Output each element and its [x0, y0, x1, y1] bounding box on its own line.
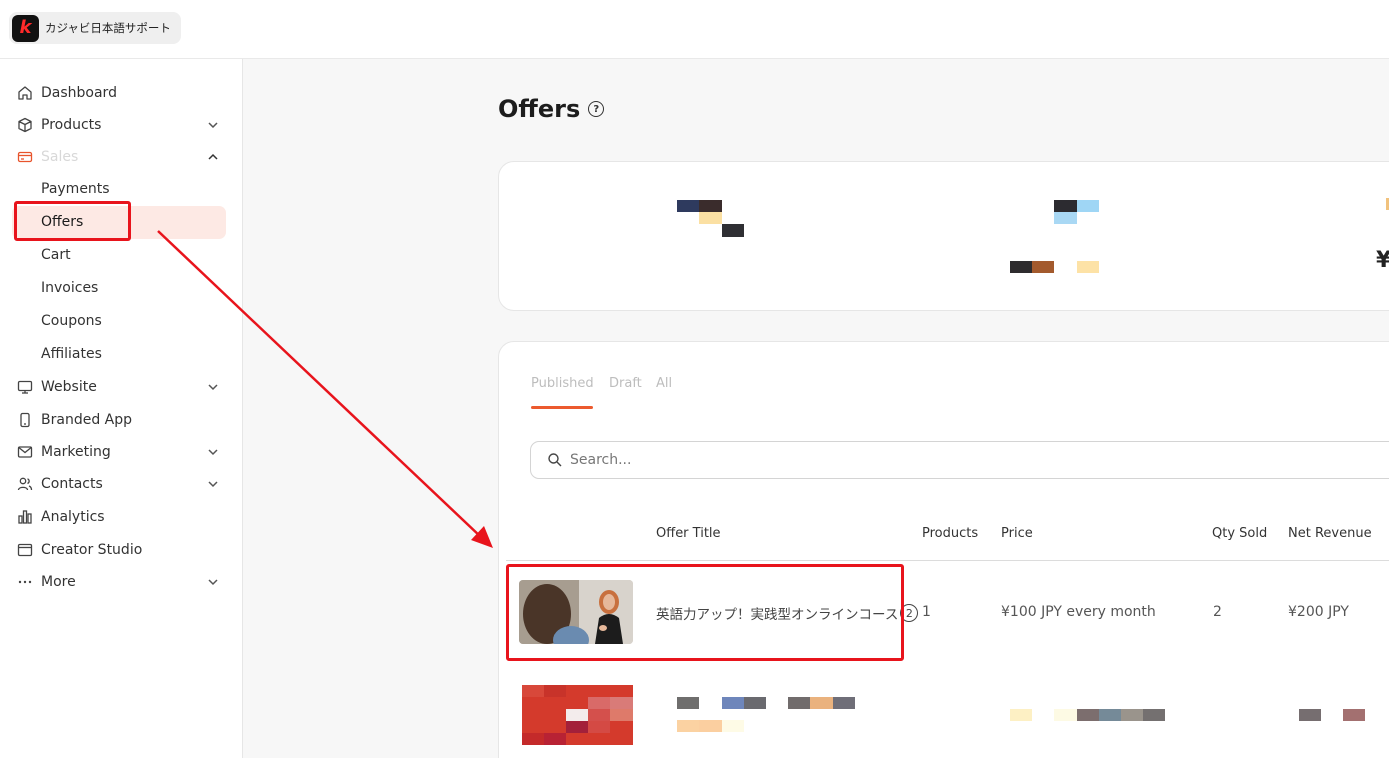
help-icon[interactable]: ? [588, 101, 605, 117]
phone-icon [17, 412, 33, 428]
sidebar-item-label: Sales [41, 149, 79, 165]
sidebar-item-dashboard[interactable]: Dashboard [0, 78, 243, 108]
brand-logo: k [12, 14, 39, 42]
annotation-box-offer-row [506, 564, 904, 661]
sidebar-subitem-label: Cart [41, 247, 71, 263]
sidebar-item-creator-studio[interactable]: Creator Studio [0, 535, 243, 565]
bar-chart-icon [17, 509, 33, 525]
chevron-down-icon[interactable] [206, 477, 220, 491]
sidebar-subitem-invoices[interactable]: Invoices [0, 273, 243, 305]
table-header-divider [506, 560, 1389, 561]
credit-card-icon [17, 149, 33, 165]
chevron-up-icon[interactable] [206, 150, 220, 164]
sidebar-subitem-label: Affiliates [41, 346, 102, 362]
tab-draft[interactable]: Draft [609, 376, 642, 391]
sidebar-item-label: Dashboard [41, 85, 117, 101]
sidebar-item-products[interactable]: Products [0, 110, 243, 140]
search-icon [548, 453, 562, 467]
chevron-down-icon[interactable] [206, 575, 220, 589]
page-title: Offers [498, 95, 581, 123]
cell-products: 1 [922, 604, 931, 620]
mail-icon [17, 444, 33, 460]
brand-name: カジャビ日本語サポート [45, 21, 171, 35]
sidebar-item-label: Contacts [41, 476, 103, 492]
sidebar-subitem-coupons[interactable]: Coupons [0, 306, 243, 338]
cell-net-revenue: ¥200 JPY [1288, 604, 1349, 620]
sidebar-subitem-cart[interactable]: Cart [0, 240, 243, 272]
sidebar-item-label: More [41, 574, 76, 590]
stat-currency-glyph: ¥ [1376, 248, 1389, 273]
cell-qty-sold: 2 [1213, 604, 1222, 620]
column-header-price[interactable]: Price [1001, 526, 1033, 541]
column-header-net-revenue[interactable]: Net Revenue [1288, 526, 1372, 541]
offer-thumbnail-redacted [522, 685, 633, 745]
search-input[interactable] [570, 450, 970, 470]
sidebar-item-sales[interactable]: Sales [0, 142, 243, 172]
column-header-offer-title[interactable]: Offer Title [656, 526, 721, 541]
dots-icon [17, 574, 33, 590]
column-header-qty-sold[interactable]: Qty Sold [1212, 526, 1267, 541]
annotation-box-offers-nav [14, 201, 131, 241]
sidebar: Dashboard Products Sales Payments Offers… [0, 59, 243, 758]
page-header: Offers ? [498, 95, 605, 123]
sidebar-item-label: Analytics [41, 509, 105, 525]
sidebar-item-website[interactable]: Website [0, 372, 243, 402]
sidebar-subitem-label: Payments [41, 181, 110, 197]
sidebar-item-label: Creator Studio [41, 542, 143, 558]
sidebar-item-contacts[interactable]: Contacts [0, 469, 243, 499]
chevron-down-icon[interactable] [206, 445, 220, 459]
sidebar-item-more[interactable]: More [0, 567, 243, 597]
sidebar-item-label: Marketing [41, 444, 111, 460]
sidebar-item-label: Products [41, 117, 102, 133]
monitor-icon [17, 379, 33, 395]
cell-price: ¥100 JPY every month [1001, 604, 1156, 620]
stats-card [498, 161, 1389, 311]
chevron-down-icon[interactable] [206, 118, 220, 132]
browser-icon [17, 542, 33, 558]
home-icon [17, 85, 33, 101]
sidebar-subitem-label: Invoices [41, 280, 99, 296]
box-icon [17, 117, 33, 133]
chevron-down-icon[interactable] [206, 380, 220, 394]
column-header-products[interactable]: Products [922, 526, 978, 541]
sidebar-item-branded-app[interactable]: Branded App [0, 405, 243, 435]
tab-published[interactable]: Published [531, 376, 594, 391]
users-icon [17, 476, 33, 492]
top-bar: k カジャビ日本語サポート [0, 0, 1389, 59]
site-switcher[interactable]: k カジャビ日本語サポート [9, 12, 181, 44]
sidebar-item-marketing[interactable]: Marketing [0, 437, 243, 467]
sidebar-subitem-affiliates[interactable]: Affiliates [0, 339, 243, 371]
sidebar-item-label: Website [41, 379, 97, 395]
active-tab-indicator [531, 406, 593, 409]
sidebar-subitem-label: Coupons [41, 313, 102, 329]
sidebar-item-analytics[interactable]: Analytics [0, 502, 243, 532]
sidebar-item-label: Branded App [41, 412, 132, 428]
tab-all[interactable]: All [656, 376, 672, 391]
